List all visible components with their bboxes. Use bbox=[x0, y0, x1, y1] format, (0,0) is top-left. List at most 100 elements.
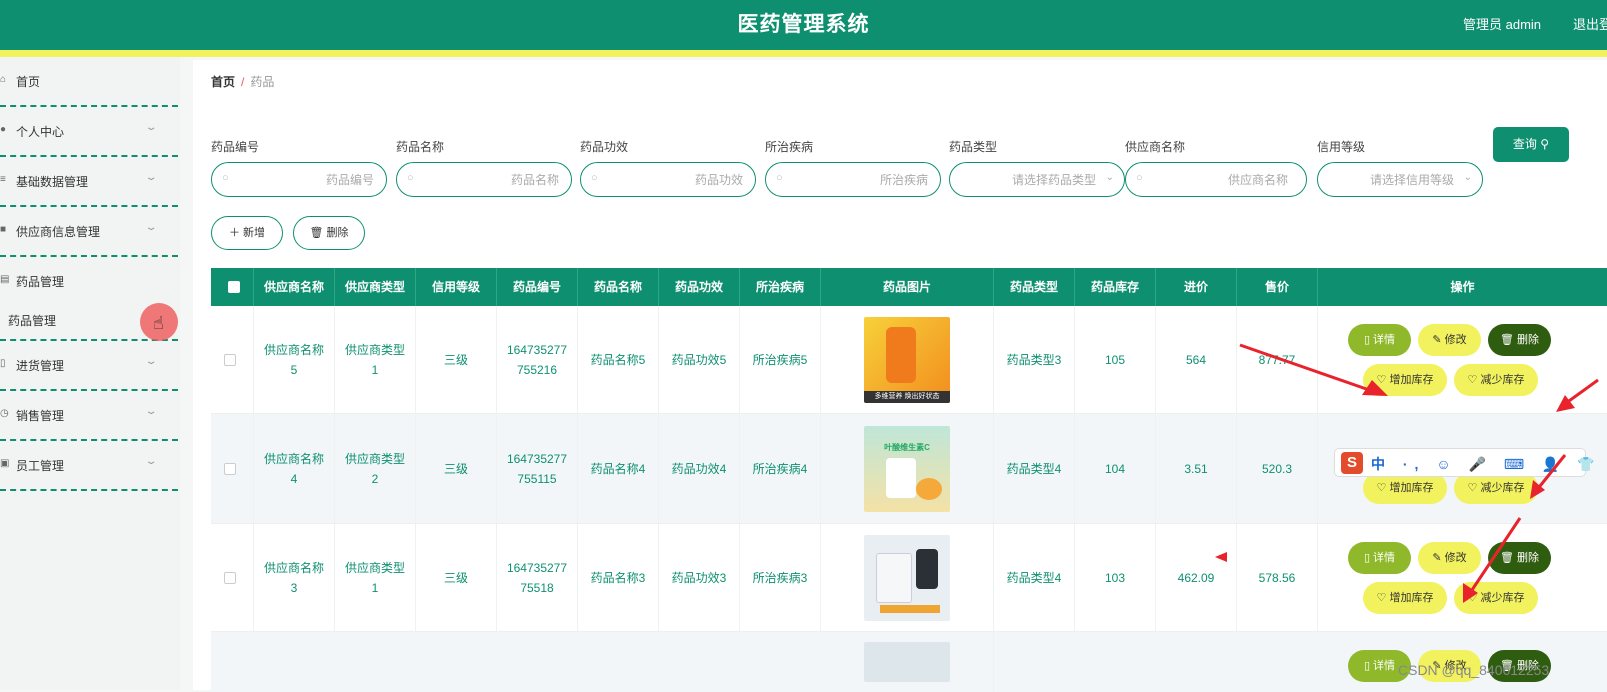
filter-supplier[interactable]: ○ bbox=[1125, 162, 1307, 197]
reduce-stock-label: 减少库存 bbox=[1480, 374, 1525, 386]
medicine-image[interactable]: 叶酸维生素C bbox=[864, 425, 950, 512]
medicine-image[interactable] bbox=[864, 534, 950, 621]
filter-name-input[interactable] bbox=[423, 167, 559, 192]
th-supplier-type: 供应商类型 bbox=[335, 268, 416, 306]
plus-icon: ＋ bbox=[228, 227, 240, 239]
cell-supplier: 供应商名称4 bbox=[254, 414, 335, 523]
sogou-logo-icon: S bbox=[1341, 452, 1363, 474]
sidebar: ⌂ 首页 ● 个人中心 ⌄ ≡ 基础数据管理 ⌄ ■ 供应商信息管理 ⌄ ▤ 药… bbox=[0, 57, 180, 690]
row-checkbox[interactable] bbox=[224, 353, 236, 366]
chevron-down-icon: ⌄ bbox=[144, 172, 158, 183]
edit-button[interactable]: ✎ 修改 bbox=[1418, 324, 1481, 356]
clock-icon: ◷ bbox=[0, 408, 9, 419]
detail-label: 详情 bbox=[1373, 334, 1396, 346]
filter-code-input[interactable] bbox=[238, 167, 374, 192]
detail-button[interactable]: ▯ 详情 bbox=[1348, 542, 1411, 574]
sidebar-item-home[interactable]: ⌂ 首页 bbox=[0, 57, 178, 107]
cell-image: 叶酸维生素C bbox=[821, 414, 994, 523]
delete-label: 删除 bbox=[1517, 552, 1540, 564]
sidebar-item-purchase[interactable]: ▯ 进货管理 ⌄ bbox=[0, 341, 178, 391]
reduce-stock-button[interactable]: ♡ 减少库存 bbox=[1454, 364, 1538, 396]
delete-button[interactable]: 🗑 删除 bbox=[293, 216, 365, 250]
logout-link[interactable]: 退出登 bbox=[1573, 14, 1607, 33]
cell-cost: 462.09 bbox=[1156, 524, 1237, 631]
add-stock-button[interactable]: ♡ 增加库存 bbox=[1363, 582, 1447, 614]
add-stock-label: 增加库存 bbox=[1389, 592, 1434, 604]
filter-code[interactable]: ○ bbox=[211, 162, 387, 197]
app-title: 医药管理系统 bbox=[737, 13, 870, 36]
ime-toolbar[interactable]: S 中 ·, ☺ 🎤 ⌨ 👤 👕 简 ⚏ bbox=[1334, 448, 1607, 477]
sidebar-item-profile[interactable]: ● 个人中心 ⌄ bbox=[0, 107, 178, 157]
filter-disease-input[interactable] bbox=[792, 167, 928, 192]
detail-button[interactable]: ▯ 详情 bbox=[1348, 324, 1411, 356]
sidebar-item-base-data[interactable]: ≡ 基础数据管理 ⌄ bbox=[0, 157, 178, 207]
cell-supplier-type: 供应商类型1 bbox=[335, 306, 416, 413]
filter-type-select[interactable]: ⌄ bbox=[949, 162, 1125, 197]
reduce-stock-label: 减少库存 bbox=[1480, 482, 1525, 494]
th-code: 药品编号 bbox=[497, 268, 578, 306]
cell-name: 药品名称4 bbox=[578, 414, 659, 523]
filter-effect-input[interactable] bbox=[607, 167, 743, 192]
sidebar-item-supplier[interactable]: ■ 供应商信息管理 ⌄ bbox=[0, 207, 178, 257]
row-checkbox[interactable] bbox=[224, 462, 236, 475]
delete-row-button[interactable]: 🗑 删除 bbox=[1488, 542, 1551, 574]
folder-icon: ▤ bbox=[0, 274, 10, 285]
bottle-shape bbox=[916, 548, 938, 589]
add-button[interactable]: ＋ 新增 bbox=[211, 216, 283, 250]
cell-supplier-type: 供应商类型1 bbox=[335, 524, 416, 631]
filter-credit-input[interactable] bbox=[1330, 167, 1454, 192]
cell-stock: 104 bbox=[1075, 414, 1156, 523]
th-stock: 药品库存 bbox=[1075, 268, 1156, 306]
main-content: 首页 / 药品 药品编号 ○ 药品名称 ○ 药品功效 ○ 所治疾病 ○ 药品类型 ⌄… bbox=[193, 60, 1607, 692]
add-stock-button[interactable]: ♡ 增加库存 bbox=[1363, 364, 1447, 396]
th-actions: 操作 bbox=[1450, 280, 1475, 294]
filter-effect[interactable]: ○ bbox=[580, 162, 756, 197]
th-select bbox=[211, 268, 254, 306]
edit-label: 修改 bbox=[1444, 334, 1467, 346]
delete-row-button[interactable]: 🗑 删除 bbox=[1488, 324, 1551, 356]
search-icon: ○ bbox=[222, 172, 229, 184]
filter-type-input[interactable] bbox=[962, 167, 1096, 192]
label-strip bbox=[880, 604, 940, 613]
bottle-shape bbox=[886, 457, 916, 498]
medicine-image[interactable]: 多维营养 焕出好状态 bbox=[864, 316, 950, 403]
cell-credit: 三级 bbox=[416, 524, 497, 631]
fruit-shape bbox=[916, 477, 942, 500]
user-icon: ● bbox=[0, 124, 7, 135]
select-all-checkbox[interactable] bbox=[228, 281, 240, 293]
th-price: 售价 bbox=[1237, 268, 1318, 306]
cell-cost: 564 bbox=[1156, 306, 1237, 413]
top-bar: 医药管理系统 管理员 admin 退出登 bbox=[0, 0, 1607, 50]
row-checkbox[interactable] bbox=[224, 571, 236, 584]
breadcrumb-home[interactable]: 首页 bbox=[211, 75, 235, 89]
sidebar-item-staff[interactable]: ▣ 员工管理 ⌄ bbox=[0, 441, 178, 491]
filter-name[interactable]: ○ bbox=[396, 162, 572, 197]
image-caption: 叶酸维生素C bbox=[884, 442, 930, 452]
search-icon: ○ bbox=[407, 172, 414, 184]
cell-credit: 三级 bbox=[416, 306, 497, 413]
add-button-label: 新增 bbox=[243, 227, 266, 239]
hand-cursor-icon: ☝ bbox=[153, 313, 164, 333]
delete-button-label: 删除 bbox=[326, 227, 349, 239]
filter-credit-select[interactable]: ⌄ bbox=[1317, 162, 1483, 197]
sidebar-item-label: 首页 bbox=[16, 75, 41, 89]
filter-disease[interactable]: ○ bbox=[765, 162, 941, 197]
filter-supplier-input[interactable] bbox=[1152, 167, 1288, 192]
medicine-image[interactable] bbox=[864, 642, 950, 682]
cell-effect: 药品功效4 bbox=[659, 414, 740, 523]
cell-type: 药品类型4 bbox=[994, 414, 1075, 523]
submenu-item-label: 药品管理 bbox=[8, 314, 57, 328]
edit-button[interactable]: ✎ 修改 bbox=[1418, 542, 1481, 574]
sidebar-item-sales[interactable]: ◷ 销售管理 ⌄ bbox=[0, 391, 178, 441]
filter-label-type: 药品类型 bbox=[949, 140, 998, 154]
table-row: 供应商名称5 供应商类型1 三级 164735277755216 药品名称5 药… bbox=[211, 306, 1607, 414]
cell-disease: 所治疾病4 bbox=[740, 414, 821, 523]
query-button[interactable]: 查询 ⚲ bbox=[1493, 127, 1569, 162]
cell-credit: 三级 bbox=[416, 414, 497, 523]
reduce-stock-button[interactable]: ♡ 减少库存 bbox=[1454, 582, 1538, 614]
cell-stock: 103 bbox=[1075, 524, 1156, 631]
th-name: 药品名称 bbox=[578, 268, 659, 306]
image-caption: 多维营养 焕出好状态 bbox=[864, 390, 950, 403]
cell-effect: 药品功效5 bbox=[659, 306, 740, 413]
box-shape bbox=[876, 552, 912, 603]
